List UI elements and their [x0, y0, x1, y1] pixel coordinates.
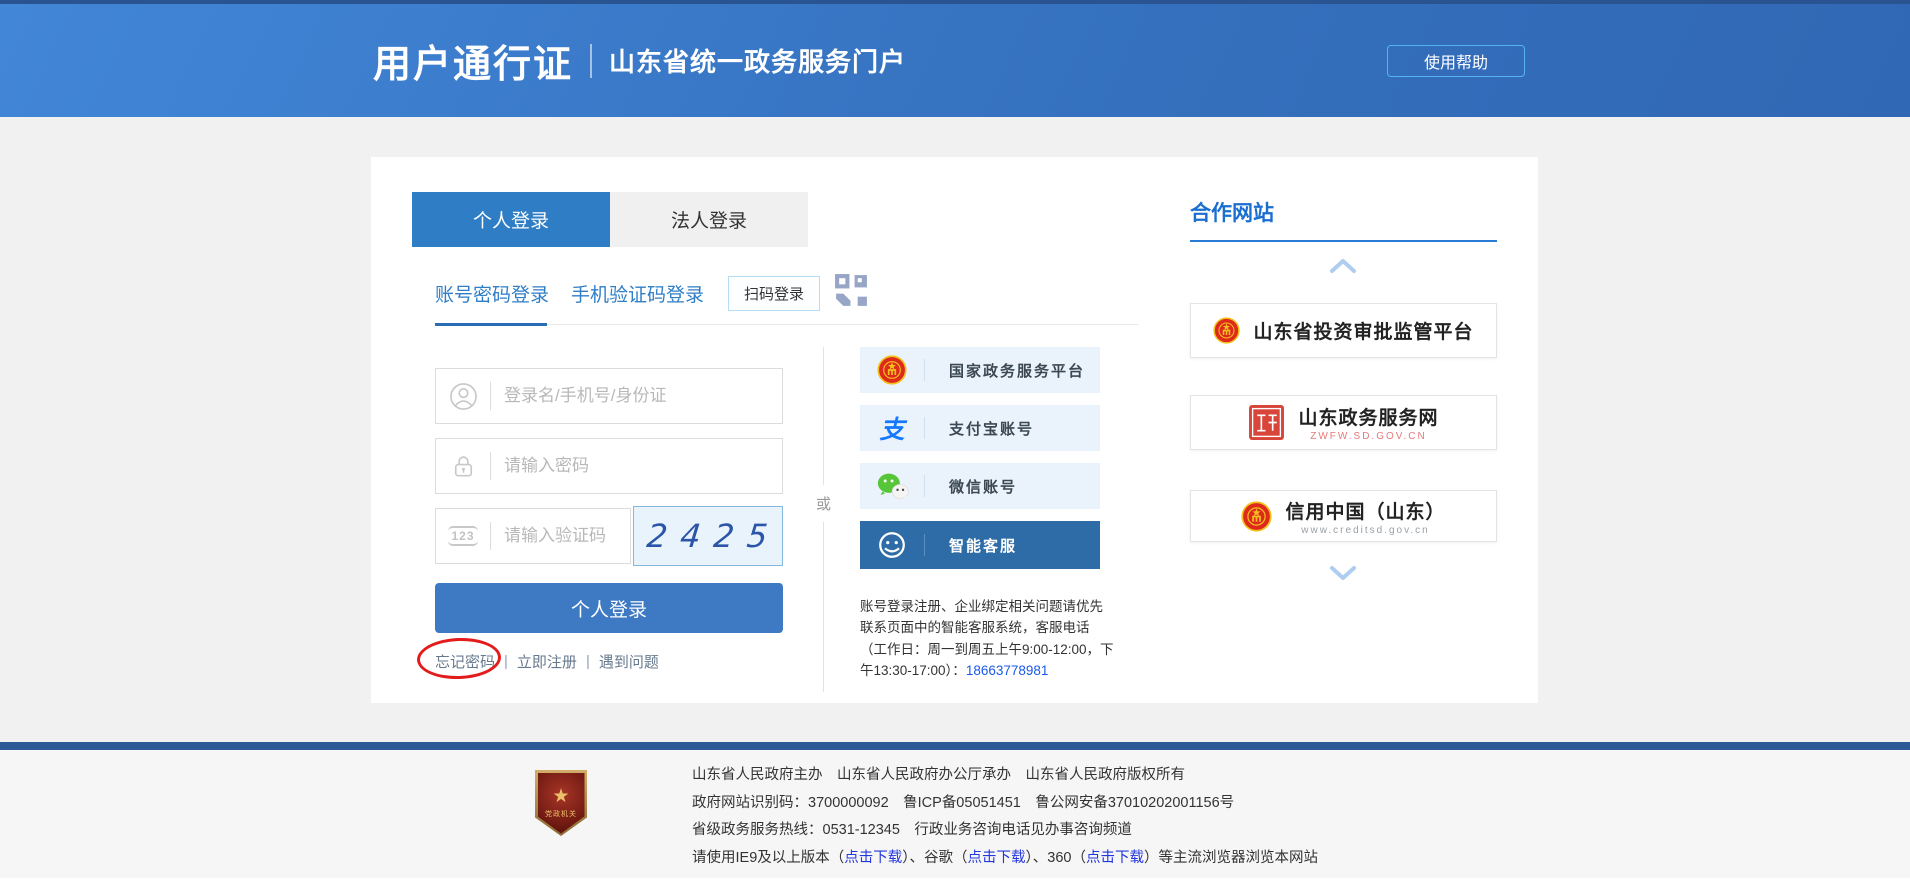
- header: 用户通行证 山东省统一政务服务门户 使用帮助: [0, 4, 1910, 117]
- partner-site-government-service[interactable]: 山东政务服务网 ZWFW.SD.GOV.CN: [1190, 395, 1497, 450]
- footer-line-sponsor: 山东省人民政府主办 山东省人民政府办公厅承办 山东省人民政府版权所有: [692, 762, 1318, 790]
- tab-corporate-login[interactable]: 法人登录: [610, 192, 808, 247]
- username-field-group: [435, 368, 783, 424]
- personal-login-button[interactable]: 个人登录: [435, 583, 783, 633]
- or-divider: 或: [823, 347, 824, 692]
- lock-icon: [436, 452, 490, 481]
- method-scan-login[interactable]: 扫码登录: [728, 276, 820, 311]
- service-phone-link[interactable]: 18663778981: [966, 663, 1049, 678]
- qr-code-icon[interactable]: [833, 272, 870, 309]
- partners-panel: 合作网站: [1190, 157, 1497, 703]
- captcha-input[interactable]: [491, 526, 630, 546]
- captcha-digits: 2425: [633, 517, 782, 555]
- captcha-image[interactable]: 2425: [633, 506, 783, 566]
- alt-login-wechat[interactable]: 微信账号: [860, 463, 1100, 509]
- footer-line-hotline: 省级政务服务热线：0531-12345 行政业务咨询电话见办事咨询频道: [692, 817, 1318, 845]
- username-input[interactable]: [491, 386, 782, 406]
- login-method-row: 账号密码登录 手机验证码登录 扫码登录: [435, 276, 870, 311]
- partners-title-underline: [1190, 240, 1497, 242]
- national-emblem-icon: [860, 355, 924, 385]
- bottom-strip: [0, 878, 1910, 891]
- chevron-up-icon[interactable]: [1329, 258, 1357, 274]
- partners-title: 合作网站: [1190, 197, 1274, 227]
- wechat-icon: [860, 472, 924, 500]
- footer-accent-bar: [0, 742, 1910, 750]
- download-link-ie[interactable]: 点击下载: [844, 850, 902, 866]
- portal-subtitle: 山东省统一政务服务门户: [609, 42, 906, 79]
- red-seal-icon: [1248, 404, 1285, 441]
- partner-site-investment-platform[interactable]: 山东省投资审批监管平台: [1190, 303, 1497, 358]
- forgot-password-link[interactable]: 忘记密码: [435, 651, 495, 672]
- footer: ★ 党政机关 山东省人民政府主办 山东省人民政府办公厅承办 山东省人民政府版权所…: [0, 750, 1910, 878]
- alt-login-alipay[interactable]: 支 支付宝账号: [860, 405, 1100, 451]
- login-card: 个人登录 法人登录 账号密码登录 手机验证码登录 扫码登录: [371, 157, 1538, 703]
- login-portal-page: 用户通行证 山东省统一政务服务门户 使用帮助 个人登录 法人登录 账号密码登录 …: [0, 0, 1910, 891]
- footer-text-block: 山东省人民政府主办 山东省人民政府办公厅承办 山东省人民政府版权所有 政府网站识…: [692, 762, 1318, 872]
- active-method-indicator: [435, 323, 547, 326]
- password-field-group: [435, 438, 783, 494]
- account-type-tabs: 个人登录 法人登录: [412, 192, 808, 247]
- title-divider: [590, 44, 592, 78]
- password-input[interactable]: [491, 456, 782, 476]
- footer-line-browsers: 请使用IE9及以上版本（点击下载）、谷歌（点击下载）、360（点击下载）等主流浏…: [692, 845, 1318, 873]
- user-icon: [436, 382, 490, 411]
- download-link-chrome[interactable]: 点击下载: [968, 850, 1026, 866]
- alt-login-national-platform[interactable]: 国家政务服务平台: [860, 347, 1100, 393]
- page-title: 用户通行证: [373, 33, 573, 88]
- national-emblem-icon: [1213, 317, 1240, 344]
- captcha-field-group: 123: [435, 508, 631, 564]
- method-sms-login[interactable]: 手机验证码登录: [571, 280, 704, 307]
- brand: 用户通行证 山东省统一政务服务门户: [373, 4, 906, 117]
- helper-links: 忘记密码 | 立即注册 | 遇到问题: [435, 651, 659, 672]
- methods-underline: [435, 324, 1138, 325]
- method-password-login[interactable]: 账号密码登录: [435, 280, 549, 307]
- service-note: 账号登录注册、企业绑定相关问题请优先联系页面中的智能客服系统，客服电话（工作日：…: [860, 596, 1114, 682]
- alt-login-smart-service[interactable]: 智能客服: [860, 521, 1100, 569]
- register-link[interactable]: 立即注册: [517, 651, 577, 672]
- government-badge-icon: ★ 党政机关: [535, 770, 587, 836]
- alipay-icon: 支: [860, 410, 924, 446]
- or-text: 或: [814, 485, 833, 522]
- problem-link[interactable]: 遇到问题: [599, 651, 659, 672]
- numbers-123-icon: 123: [436, 526, 490, 546]
- alternative-login-list: 国家政务服务平台 支 支付宝账号: [860, 347, 1100, 569]
- partner-site-credit-china[interactable]: 信用中国（山东） www.creditsd.gov.cn: [1190, 490, 1497, 542]
- tab-personal-login[interactable]: 个人登录: [412, 192, 610, 247]
- national-emblem-icon: [1241, 501, 1272, 532]
- download-link-360[interactable]: 点击下载: [1086, 850, 1144, 866]
- link-separator: |: [504, 653, 508, 670]
- help-button[interactable]: 使用帮助: [1387, 45, 1525, 77]
- customer-service-icon: [860, 529, 924, 561]
- link-separator: |: [586, 653, 590, 670]
- footer-line-icp: 政府网站识别码：3700000092 鲁ICP备05051451 鲁公网安备37…: [692, 790, 1318, 818]
- chevron-down-icon[interactable]: [1329, 565, 1357, 581]
